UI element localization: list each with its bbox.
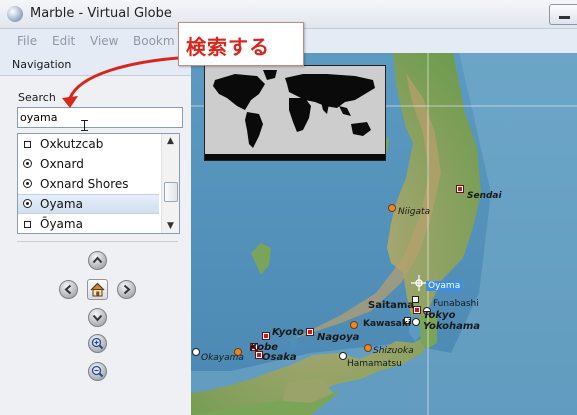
text-cursor-icon bbox=[80, 120, 89, 131]
home-icon bbox=[90, 282, 105, 297]
map-label-osaka: Osaka bbox=[262, 352, 297, 363]
city-marker-shizuoka[interactable] bbox=[364, 344, 372, 352]
zoom-out-button[interactable] bbox=[88, 362, 107, 381]
map-label-kawasaki: Kawasaki bbox=[363, 319, 411, 329]
window-title: Marble - Virtual Globe bbox=[30, 6, 172, 21]
map-label-kyoto: Kyoto bbox=[272, 327, 304, 338]
menu-view[interactable]: View bbox=[90, 34, 118, 48]
result-label: Oxnard Shores bbox=[40, 177, 129, 191]
world-map-silhouette bbox=[205, 66, 385, 160]
minimize-button[interactable] bbox=[549, 4, 577, 25]
crosshair-marker-icon bbox=[411, 275, 427, 291]
result-label: Oxnard bbox=[40, 157, 84, 171]
search-results-list[interactable]: Oxkutzcab Oxnard Oxnard Shores Oyama Ōya… bbox=[17, 133, 180, 234]
map-label-shizuoka: Shizuoka bbox=[373, 346, 414, 356]
result-item-oyama-macron[interactable]: Ōyama bbox=[18, 214, 159, 233]
minimize-icon bbox=[559, 16, 570, 19]
city-marker-tokyo[interactable] bbox=[413, 306, 421, 314]
circle-marker-icon bbox=[23, 159, 32, 168]
map-label-sendai: Sendai bbox=[467, 191, 502, 201]
arrow-down-icon bbox=[92, 314, 103, 322]
result-item-oyama-selected[interactable]: Oyama bbox=[18, 194, 159, 214]
city-marker-niigata[interactable] bbox=[388, 204, 396, 212]
city-marker-west[interactable] bbox=[192, 348, 200, 356]
search-input[interactable] bbox=[17, 107, 183, 128]
result-item-oxnard[interactable]: Oxnard bbox=[18, 154, 159, 174]
city-marker-kyoto[interactable] bbox=[306, 328, 314, 336]
panel-divider bbox=[17, 241, 178, 242]
city-marker-nagoya[interactable] bbox=[350, 321, 358, 329]
results-scrollbar[interactable]: ▲ ▼ bbox=[161, 134, 179, 233]
pan-left-button[interactable] bbox=[59, 280, 78, 299]
callout-arrow-icon bbox=[62, 56, 179, 108]
map-label-okayama: Okayama bbox=[201, 353, 244, 363]
result-label: Oyama bbox=[40, 197, 83, 211]
result-item-oxkutzcab[interactable]: Oxkutzcab bbox=[18, 134, 159, 154]
search-label: Search bbox=[18, 91, 56, 104]
menu-edit[interactable]: Edit bbox=[52, 34, 75, 48]
result-item-oxnard-shores[interactable]: Oxnard Shores bbox=[18, 174, 159, 194]
arrow-right-icon bbox=[123, 284, 131, 295]
world-overview-map[interactable] bbox=[204, 65, 386, 161]
map-label-oyama-selected[interactable]: Oyama bbox=[426, 281, 463, 291]
zoom-out-icon bbox=[91, 365, 104, 378]
map-label-yokohama: Yokohama bbox=[423, 321, 481, 332]
home-button[interactable] bbox=[87, 279, 108, 300]
map-label-niigata: Niigata bbox=[398, 207, 431, 217]
map-label-tokyo: Tokyo bbox=[423, 310, 456, 321]
city-marker-sendai[interactable] bbox=[456, 185, 464, 193]
menu-file[interactable]: File bbox=[17, 34, 37, 48]
menu-bookmarks[interactable]: Bookm bbox=[133, 34, 175, 48]
square-marker-icon bbox=[24, 141, 31, 148]
circle-marker-icon bbox=[23, 199, 32, 208]
search-callout: 検索する bbox=[178, 22, 304, 66]
callout-text: 検索する bbox=[186, 35, 270, 59]
zoom-in-button[interactable] bbox=[88, 334, 107, 353]
city-marker-kobe-north[interactable] bbox=[262, 332, 270, 340]
arrow-left-icon bbox=[64, 284, 72, 295]
city-marker-hamamatsu[interactable] bbox=[339, 352, 347, 360]
square-marker-icon bbox=[24, 221, 31, 228]
city-marker-yokohama[interactable] bbox=[412, 318, 420, 326]
result-label: Ōyama bbox=[40, 217, 83, 231]
zoom-in-icon bbox=[91, 337, 104, 350]
pan-right-button[interactable] bbox=[117, 280, 136, 299]
scroll-thumb[interactable] bbox=[164, 182, 178, 202]
circle-marker-icon bbox=[23, 179, 32, 188]
pan-down-button[interactable] bbox=[88, 308, 107, 327]
map-label-saitama: Saitama bbox=[368, 300, 415, 311]
scroll-down-icon[interactable]: ▼ bbox=[162, 219, 179, 233]
map-label-funabashi: Funabashi bbox=[433, 299, 479, 309]
marble-app-icon bbox=[7, 6, 23, 22]
map-label-hamamatsu: Hamamatsu bbox=[347, 359, 402, 369]
scroll-up-icon[interactable]: ▲ bbox=[162, 134, 179, 148]
map-label-nagoya: Nagoya bbox=[317, 332, 360, 343]
result-label: Oxkutzcab bbox=[40, 137, 104, 151]
pan-up-button[interactable] bbox=[88, 251, 107, 270]
arrow-up-icon bbox=[92, 256, 103, 264]
